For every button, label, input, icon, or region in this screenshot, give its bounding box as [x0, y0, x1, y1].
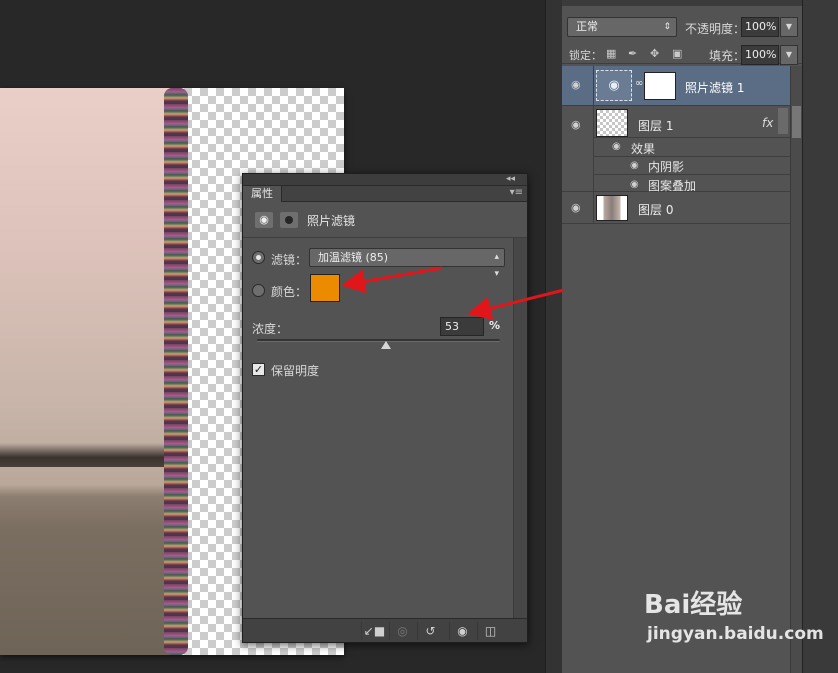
- panel-menu-icon[interactable]: ▾≡: [510, 187, 523, 198]
- dropdown-arrows-icon: ▴ ▾: [494, 252, 499, 279]
- filter-radio[interactable]: [252, 251, 265, 264]
- filter-dropdown[interactable]: 加温滤镜 (85) ▴ ▾: [309, 248, 505, 279]
- fill-dropdown-button[interactable]: ▼: [780, 45, 798, 65]
- layer-row-photo-filter[interactable]: ◉ ◉ ∞ 照片滤镜 1: [562, 66, 790, 106]
- panel-tab-bar: 属性 ▾≡: [243, 186, 527, 202]
- effects-row[interactable]: [594, 137, 790, 155]
- clip-to-layer-icon[interactable]: ↙■: [361, 622, 387, 640]
- eye-icon[interactable]: ◉: [630, 179, 639, 190]
- filter-dropdown-value: 加温滤镜 (85): [318, 251, 389, 264]
- fill-label: 填充：: [709, 49, 746, 63]
- color-radio[interactable]: [252, 284, 265, 297]
- layer-row-layer-0[interactable]: ◉ 图层 0: [562, 192, 790, 224]
- panel-drag-handle[interactable]: ◂◂: [243, 174, 527, 186]
- opacity-input[interactable]: 100%: [741, 17, 779, 37]
- adjustment-title: 照片滤镜: [307, 214, 356, 228]
- effects-collapse-handle[interactable]: [778, 108, 788, 134]
- density-input[interactable]: 53: [440, 317, 484, 336]
- watermark-brand: Bai经验: [644, 590, 743, 620]
- dropdown-arrows-icon: ⇕: [663, 22, 671, 32]
- properties-footer-toolbar: ↙■ ◎ ↺ ◉ ◫: [243, 618, 527, 642]
- eye-icon[interactable]: ◉: [571, 201, 581, 214]
- watermark-url: jingyan.baidu.com: [647, 624, 824, 644]
- properties-panel: ◂◂ 属性 ▾≡ ◉ 照片滤镜 滤镜： 加温滤镜 (85) ▴ ▾ 颜色： 浓度：…: [242, 173, 528, 643]
- layers-options: 正常 ⇕ 不透明度： 100% ▼ 锁定： ▦ ✒ ✥ ▣ 填充： 100% ▼: [562, 6, 838, 65]
- lock-position-icon[interactable]: ✥: [650, 47, 659, 60]
- effect-row-inner-shadow[interactable]: [594, 156, 790, 174]
- layer-row-layer-1[interactable]: ◉ 图层 1 fx ◉ 效果 ◉ 内阴影 ◉ 图案叠加: [562, 106, 790, 193]
- tab-properties[interactable]: 属性: [243, 186, 282, 202]
- collapse-icon[interactable]: ◂◂: [506, 173, 515, 185]
- properties-scrollbar[interactable]: [513, 238, 527, 618]
- color-label: 颜色：: [271, 285, 308, 299]
- layer-name: 图层 0: [638, 203, 674, 217]
- lock-image-pixels-icon[interactable]: ✒: [628, 47, 637, 60]
- properties-header: ◉ 照片滤镜: [243, 202, 527, 238]
- layer-thumbnail[interactable]: [596, 109, 628, 137]
- eye-icon[interactable]: ◉: [571, 118, 581, 131]
- layer-name: 图层 1: [638, 119, 674, 133]
- effect-name: 内阴影: [648, 160, 685, 174]
- fill-input[interactable]: 100%: [741, 45, 779, 65]
- layer-name: 照片滤镜 1: [685, 81, 745, 95]
- layer-list: ◉ ◉ ∞ 照片滤镜 1 ◉ 图层 1 fx ◉ 效果 ◉ 内阴影 ◉ 图案叠加: [562, 66, 790, 224]
- layer-thumbnail[interactable]: [596, 195, 628, 221]
- eye-icon[interactable]: ◉: [630, 160, 639, 171]
- delete-icon[interactable]: ◫: [477, 622, 503, 640]
- canvas-vertical-scrollbar[interactable]: [545, 0, 562, 673]
- chain-link-icon[interactable]: ∞: [635, 78, 643, 89]
- eye-icon[interactable]: ◉: [612, 141, 621, 152]
- layers-panel: 正常 ⇕ 不透明度： 100% ▼ 锁定： ▦ ✒ ✥ ▣ 填充： 100% ▼…: [562, 0, 838, 673]
- properties-body: 滤镜： 加温滤镜 (85) ▴ ▾ 颜色： 浓度： 53 % ✓ 保留明度: [243, 238, 527, 618]
- reset-icon[interactable]: ↺: [417, 622, 443, 640]
- preserve-luminosity-label: 保留明度: [271, 364, 320, 378]
- density-slider-thumb[interactable]: [380, 341, 391, 349]
- blend-mode-dropdown[interactable]: 正常 ⇕: [567, 17, 677, 37]
- harbor-photo: [0, 88, 178, 655]
- eye-icon[interactable]: ◉: [571, 78, 581, 91]
- adjustment-thumbnail-icon[interactable]: ◉: [596, 70, 632, 101]
- layer-mask-thumbnail[interactable]: [644, 72, 676, 100]
- view-previous-icon[interactable]: ◎: [389, 622, 415, 640]
- lock-label: 锁定：: [569, 49, 602, 62]
- density-label: 浓度：: [252, 322, 289, 336]
- baidu-jingyan-watermark: Bai经验 jingyan.baidu.com: [644, 584, 824, 654]
- effects-label: 效果: [631, 142, 656, 156]
- fx-icon[interactable]: fx: [762, 116, 773, 130]
- filter-label: 滤镜：: [271, 253, 308, 267]
- color-swatch[interactable]: [310, 274, 340, 302]
- harbor-boats-silhouette: [0, 443, 178, 467]
- density-slider-track[interactable]: [257, 339, 500, 342]
- layers-scrollbar-thumb[interactable]: [792, 106, 801, 138]
- layer-mask-icon[interactable]: [280, 212, 298, 228]
- preserve-luminosity-checkbox[interactable]: ✓: [252, 363, 265, 376]
- opacity-dropdown-button[interactable]: ▼: [780, 17, 798, 37]
- visibility-icon[interactable]: ◉: [449, 622, 475, 640]
- photo-filter-adjustment-icon[interactable]: ◉: [255, 212, 273, 228]
- decorative-pattern-border: [164, 88, 188, 655]
- lock-transparent-pixels-icon[interactable]: ▦: [606, 47, 616, 60]
- blend-mode-value: 正常: [576, 20, 598, 33]
- lock-all-icon[interactable]: ▣: [672, 47, 682, 60]
- density-unit: %: [489, 319, 501, 332]
- panel-dock-strip: [802, 0, 838, 673]
- opacity-label: 不透明度：: [685, 22, 746, 36]
- layers-scrollbar[interactable]: [790, 66, 802, 673]
